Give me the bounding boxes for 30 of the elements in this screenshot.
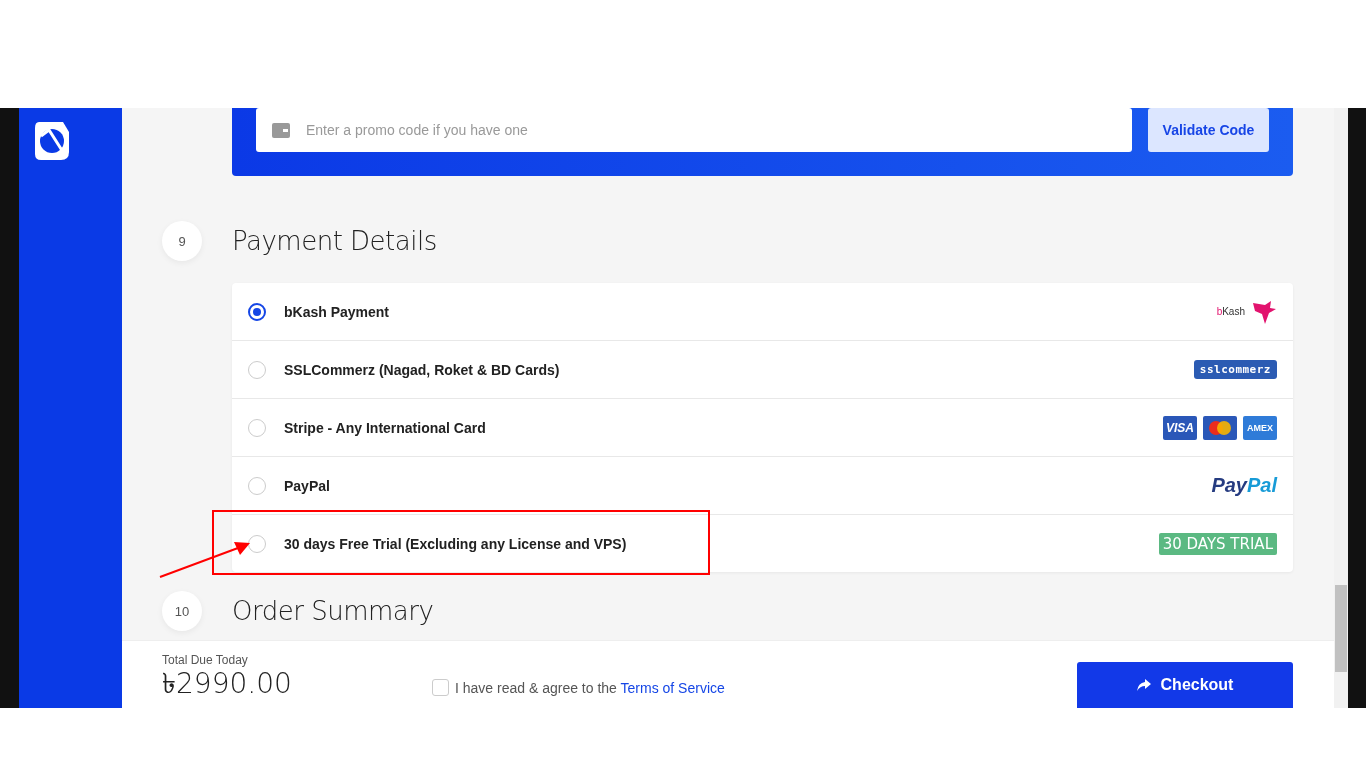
method-label[interactable]: bKash Payment	[284, 303, 1217, 320]
promo-field[interactable]: Enter a promo code if you have one	[256, 108, 1132, 152]
brand-logo: sslcommerz	[1193, 360, 1277, 379]
total-amount: ৳2990.00	[162, 669, 293, 700]
logo-icon	[32, 120, 71, 162]
card-logo: VISA	[1163, 415, 1197, 440]
promo-input[interactable]: Enter a promo code if you have one	[304, 121, 1116, 139]
validate-button[interactable]: Validate Code	[1148, 108, 1269, 152]
bird-icon	[1251, 298, 1277, 325]
total-label: Total Due Today	[162, 653, 249, 667]
share-arrow-icon	[1136, 678, 1151, 691]
card-logo: AMEX	[1243, 415, 1277, 440]
trial-badge: 30 DAYS TRIAL	[1158, 532, 1277, 555]
method-label[interactable]: PayPal	[284, 477, 1212, 494]
terms-link[interactable]: Terms of Service	[620, 679, 725, 696]
checkout-button[interactable]: Checkout	[1077, 662, 1293, 708]
section-title: Order Summary	[232, 596, 434, 626]
scrollbar-thumb[interactable]	[1335, 585, 1347, 672]
step-number: 9	[162, 221, 202, 261]
method-label[interactable]: SSLCommerz (Nagad, Roket & BD Cards)	[284, 361, 1194, 378]
radio-button[interactable]	[248, 302, 266, 321]
brand-logo: PayPal	[1211, 474, 1277, 497]
brand-logo: bKash	[1216, 306, 1245, 317]
method-label[interactable]: Stripe - Any International Card	[284, 419, 1163, 436]
step-number: 10	[162, 591, 202, 631]
method-label[interactable]: 30 days Free Trial (Excluding any License and VPS)	[284, 535, 1159, 552]
section-title: Payment Details	[232, 226, 437, 256]
wallet-icon	[272, 122, 290, 138]
agree-text: I have read & agree to the Terms of Service	[455, 679, 725, 696]
agree-checkbox[interactable]	[432, 679, 449, 696]
